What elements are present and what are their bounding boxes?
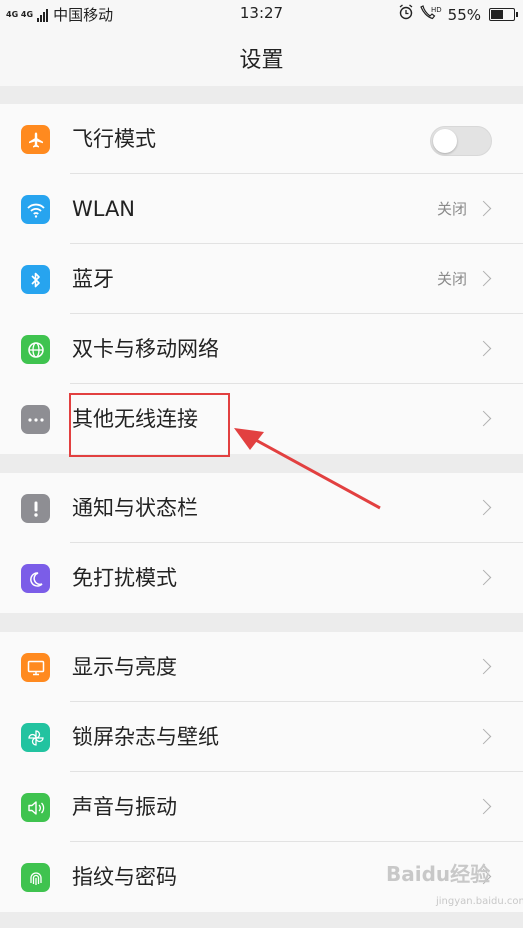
- chevron-right-icon: [475, 569, 492, 586]
- settings-row-bluetooth[interactable]: 蓝牙 关闭: [0, 244, 523, 314]
- highlight-box: [69, 393, 230, 457]
- watermark-sub: jingyan.baidu.com: [436, 896, 523, 907]
- chevron-right-icon: [475, 410, 492, 427]
- globe-icon: [21, 335, 50, 364]
- fingerprint-icon: [21, 863, 50, 892]
- settings-row-label: WLAN: [72, 197, 136, 221]
- toggle-knob: [433, 129, 457, 153]
- chevron-right-icon: [475, 499, 492, 516]
- settings-row-label: 通知与状态栏: [72, 496, 198, 520]
- annotation-arrow: [234, 428, 381, 510]
- settings-row-display-brightness[interactable]: 显示与亮度: [0, 632, 523, 702]
- bluetooth-icon: [21, 265, 50, 294]
- settings-row-label: 锁屏杂志与壁纸: [72, 725, 219, 749]
- airplane-icon: [21, 125, 50, 154]
- header: 设置: [0, 28, 523, 86]
- chevron-right-icon: [475, 270, 492, 287]
- bluetooth-status: 关闭: [436, 270, 467, 288]
- settings-row-sound-vibration[interactable]: 声音与振动: [0, 772, 523, 842]
- pinwheel-icon: [21, 723, 50, 752]
- settings-row-label: 声音与振动: [72, 795, 177, 819]
- exclamation-icon: [21, 494, 50, 523]
- status-bar: 4G 4G 中国移动 13:27 HD 55%: [0, 0, 523, 28]
- battery-icon: [489, 8, 518, 21]
- airplane-mode-toggle[interactable]: [430, 126, 492, 156]
- chevron-right-icon: [475, 728, 492, 745]
- chevron-right-icon: [475, 340, 492, 357]
- more-icon: [21, 405, 50, 434]
- page-title: 设置: [239, 48, 284, 73]
- chevron-right-icon: [475, 658, 492, 675]
- svg-text:HD: HD: [431, 6, 442, 14]
- settings-row-label: 免打扰模式: [72, 566, 177, 590]
- chevron-right-icon: [475, 798, 492, 815]
- settings-row-airplane-mode[interactable]: 飞行模式: [0, 104, 523, 174]
- chevron-right-icon: [475, 200, 492, 217]
- settings-row-lockscreen-wallpaper[interactable]: 锁屏杂志与壁纸: [0, 702, 523, 772]
- settings-row-do-not-disturb[interactable]: 免打扰模式: [0, 543, 523, 613]
- wlan-status: 关闭: [436, 200, 467, 218]
- moon-icon: [21, 564, 50, 593]
- battery-fill: [491, 10, 503, 19]
- wifi-icon: [21, 195, 50, 224]
- battery-percent: 55%: [447, 5, 481, 24]
- settings-row-label: 指纹与密码: [72, 865, 177, 889]
- settings-row-wlan[interactable]: WLAN 关闭: [0, 174, 523, 244]
- settings-row-label: 双卡与移动网络: [72, 337, 219, 361]
- settings-row-label: 蓝牙: [72, 267, 114, 291]
- settings-row-label: 显示与亮度: [72, 655, 177, 679]
- alarm-icon: [398, 4, 414, 25]
- hd-call-icon: HD: [419, 4, 442, 25]
- display-icon: [21, 653, 50, 682]
- status-right: HD 55%: [398, 4, 518, 25]
- speaker-icon: [21, 793, 50, 822]
- settings-row-label: 飞行模式: [72, 127, 156, 151]
- settings-row-dual-sim[interactable]: 双卡与移动网络: [0, 314, 523, 384]
- watermark: Baidu经验: [386, 862, 491, 886]
